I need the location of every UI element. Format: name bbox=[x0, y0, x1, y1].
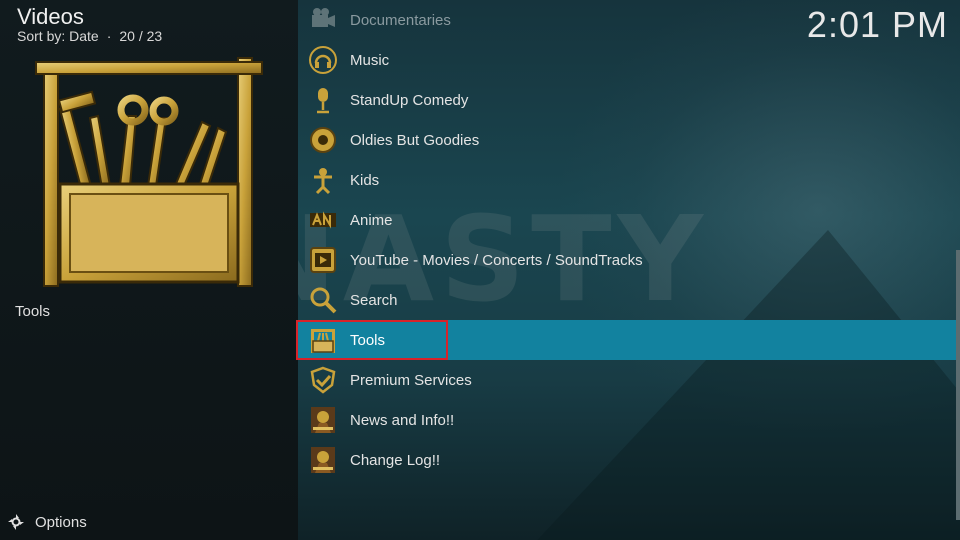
shield-check-icon bbox=[306, 363, 340, 397]
list-item-music[interactable]: Music bbox=[298, 40, 960, 80]
list-item-kids[interactable]: Kids bbox=[298, 160, 960, 200]
dynasty-icon bbox=[306, 403, 340, 437]
list-item-anime[interactable]: Anime bbox=[298, 200, 960, 240]
selected-item-label: Tools bbox=[15, 303, 51, 320]
toolbox-icon bbox=[306, 323, 340, 357]
options-icon bbox=[8, 514, 24, 530]
list-item-label: YouTube - Movies / Concerts / SoundTrack… bbox=[350, 251, 643, 269]
dynasty-icon bbox=[306, 443, 340, 477]
options-label: Options bbox=[35, 513, 87, 531]
list-item-label: Music bbox=[350, 51, 390, 69]
youtube-icon bbox=[306, 243, 340, 277]
headphones-icon bbox=[306, 43, 340, 77]
list-item-label: Search bbox=[350, 291, 398, 309]
list-item-label: Kids bbox=[350, 171, 380, 189]
list-item-label: Oldies But Goodies bbox=[350, 131, 480, 149]
toolbox-icon bbox=[35, 57, 263, 287]
list-item-label: Premium Services bbox=[350, 371, 472, 389]
kids-icon bbox=[306, 163, 340, 197]
item-position: 20 / 23 bbox=[119, 28, 163, 44]
list-item-label: StandUp Comedy bbox=[350, 91, 469, 109]
options-button[interactable]: Options bbox=[6, 511, 87, 533]
list-item-label: Documentaries bbox=[350, 11, 451, 29]
sort-info: Sort by: Date · 20 / 23 bbox=[17, 28, 162, 44]
list-item-label: Change Log!! bbox=[350, 451, 441, 469]
list-item-news-and-info[interactable]: News and Info!! bbox=[298, 400, 960, 440]
film-camera-icon bbox=[306, 3, 340, 37]
microphone-icon bbox=[306, 83, 340, 117]
list-item-search[interactable]: Search bbox=[298, 280, 960, 320]
list-item-oldies-but-goodies[interactable]: Oldies But Goodies bbox=[298, 120, 960, 160]
list-item-label: News and Info!! bbox=[350, 411, 455, 429]
sort-label[interactable]: Sort by: Date bbox=[17, 28, 99, 44]
scrollbar[interactable] bbox=[956, 250, 960, 520]
list-item-label: Tools bbox=[350, 331, 386, 349]
left-info-panel: Videos Sort by: Date · 20 / 23 Tools Opt… bbox=[0, 0, 298, 540]
list-item-documentaries[interactable]: Documentaries bbox=[298, 0, 960, 40]
oldies-badge-icon bbox=[306, 123, 340, 157]
list-item-youtube[interactable]: YouTube - Movies / Concerts / SoundTrack… bbox=[298, 240, 960, 280]
anime-icon bbox=[306, 203, 340, 237]
separator-dot: · bbox=[106, 28, 112, 44]
page-title: Videos bbox=[17, 4, 84, 29]
list-item-label: Anime bbox=[350, 211, 393, 229]
list-item-premium-services[interactable]: Premium Services bbox=[298, 360, 960, 400]
magnifier-icon bbox=[306, 283, 340, 317]
list-item-change-log[interactable]: Change Log!! bbox=[298, 440, 960, 480]
list-item-tools[interactable]: Tools bbox=[298, 320, 960, 360]
list-item-standup-comedy[interactable]: StandUp Comedy bbox=[298, 80, 960, 120]
